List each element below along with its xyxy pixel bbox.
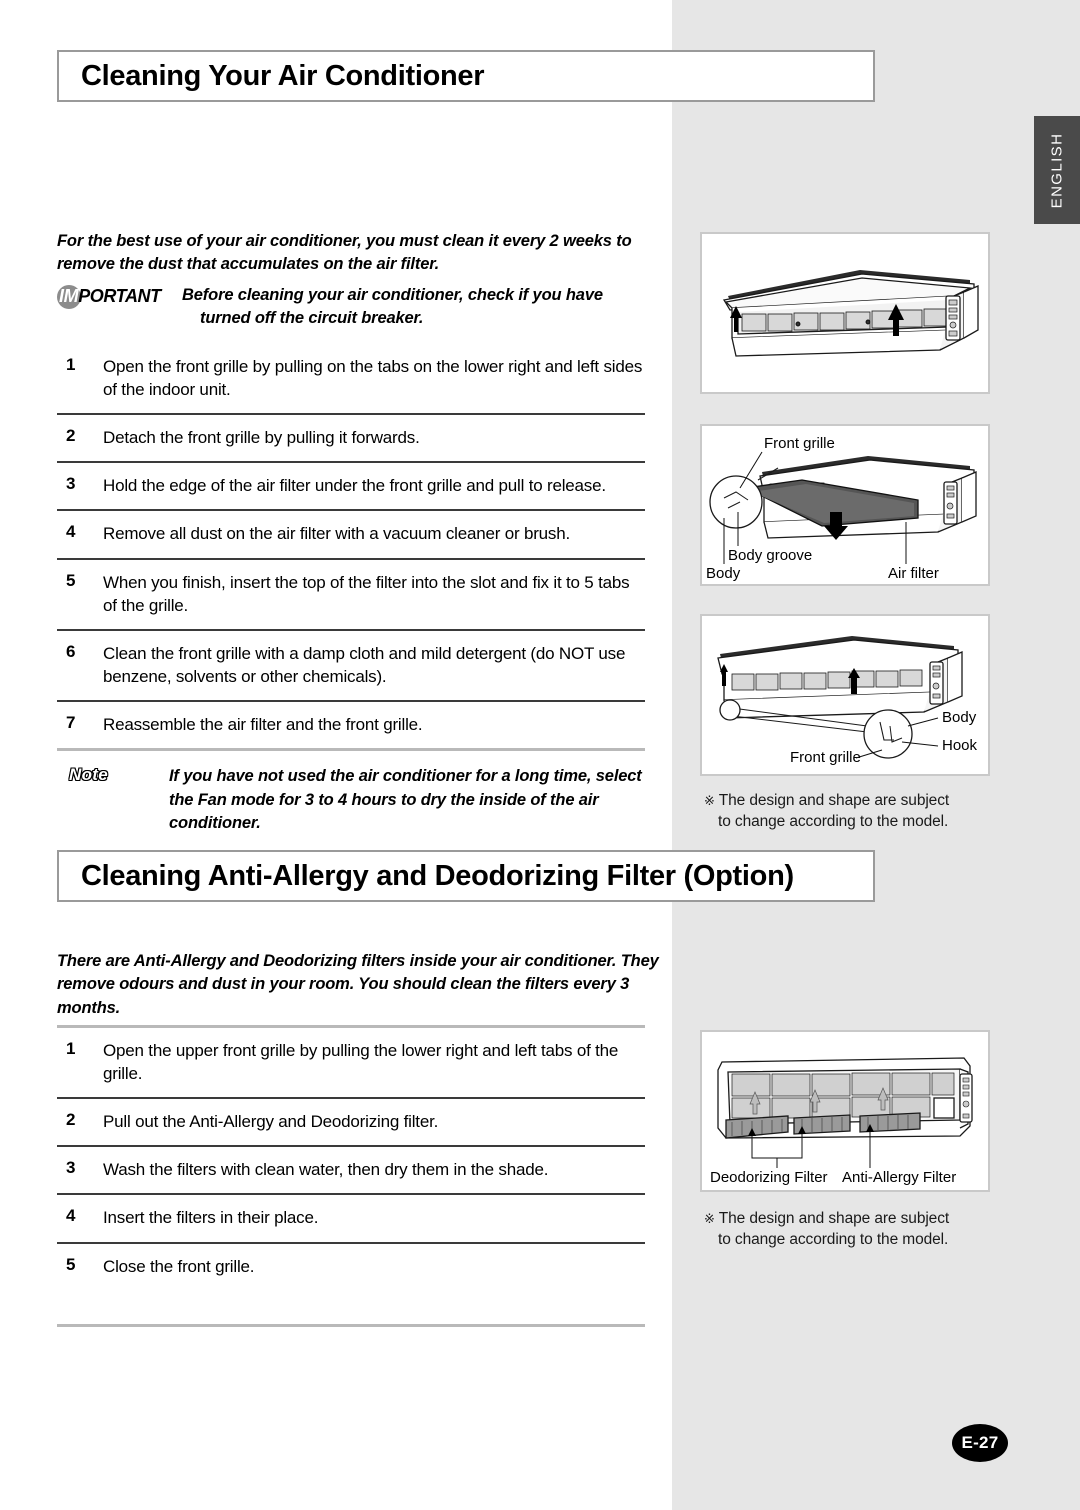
- page-number-badge: E-27: [952, 1424, 1008, 1462]
- figure2-label-air-filter: Air filter: [888, 565, 939, 582]
- reference-mark-icon: ※: [704, 793, 715, 808]
- step-text: Hold the edge of the air filter under th…: [103, 476, 606, 496]
- important-line1: Before cleaning your air conditioner, ch…: [182, 286, 603, 304]
- language-tab: ENGLISH: [1034, 116, 1080, 224]
- step-number: 4: [66, 1206, 76, 1226]
- steps-bottom-divider: [57, 1323, 645, 1327]
- note-label: Note: [69, 765, 108, 785]
- figure-deodorizing-antiallergy-filters: Deodorizing Filter Anti-Allergy Filter: [700, 1030, 990, 1192]
- language-tab-label: ENGLISH: [1048, 132, 1066, 208]
- step-item: 5 Close the front grille.: [57, 1244, 645, 1290]
- step-number: 1: [66, 355, 76, 374]
- step-text: Pull out the Anti-Allergy and Deodorizin…: [103, 1112, 439, 1132]
- step-item: 4 Remove all dust on the air filter with…: [57, 511, 645, 557]
- figure-caption-note-2: ※ The design and shape are subject to ch…: [704, 1208, 949, 1251]
- important-label-rest: PORTANT: [78, 286, 161, 306]
- step-text: Close the front grille.: [103, 1256, 255, 1276]
- step-text: Open the front grille by pulling on the …: [103, 357, 643, 400]
- step-number: 5: [66, 1254, 76, 1274]
- figure-detach-grille-air-filter: Front grille Body groove Body Air filter: [700, 424, 990, 586]
- note-callout: Note If you have not used the air condit…: [57, 751, 645, 843]
- step-number: 2: [66, 426, 76, 446]
- important-callout: IMPORTANT Before cleaning your air condi…: [57, 284, 667, 331]
- step-item: 6 Clean the front grille with a damp clo…: [57, 631, 645, 700]
- step-number: 7: [66, 712, 76, 732]
- section1-steps: 1 Open the front grille by pulling on th…: [57, 344, 645, 843]
- figure-caption-note-1: ※ The design and shape are subject to ch…: [704, 790, 949, 833]
- step-number: 4: [66, 522, 76, 542]
- page-number-text: E-27: [961, 1433, 999, 1452]
- figure4-label-deodorizing-filter: Deodorizing Filter: [710, 1169, 828, 1186]
- step-item: 2 Pull out the Anti-Allergy and Deodoriz…: [57, 1099, 645, 1145]
- section2-title-text: Cleaning Anti-Allergy and Deodorizing Fi…: [81, 859, 794, 892]
- step-text: Clean the front grille with a damp cloth…: [103, 643, 626, 686]
- step-text: When you finish, insert the top of the f…: [103, 572, 630, 615]
- step-text: Wash the filters with clean water, then …: [103, 1160, 549, 1180]
- step-text: Remove all dust on the air filter with a…: [103, 524, 571, 544]
- section-title-cleaning-air-conditioner: Cleaning Your Air Conditioner: [57, 50, 875, 102]
- step-text: Detach the front grille by pulling it fo…: [103, 428, 420, 448]
- figure2-label-front-grille: Front grille: [764, 435, 835, 452]
- step-number: 3: [66, 1158, 76, 1178]
- figure3-label-front-grille: Front grille: [790, 749, 861, 766]
- figure4-label-anti-allergy-filter: Anti-Allergy Filter: [842, 1169, 956, 1186]
- step-item: 1 Open the upper front grille by pulling…: [57, 1028, 645, 1097]
- important-badge: IMPORTANT: [57, 284, 182, 310]
- figure-open-front-grille: [700, 232, 990, 394]
- step-item: 1 Open the front grille by pulling on th…: [57, 344, 645, 413]
- steps-bottom-gap: [57, 1290, 645, 1324]
- step-item: 7 Reassemble the air filter and the fron…: [57, 702, 645, 748]
- step-number: 5: [66, 570, 76, 590]
- step-text: Insert the filters in their place.: [103, 1208, 319, 1228]
- section1-lead-text: For the best use of your air conditioner…: [57, 232, 632, 274]
- note-text: If you have not used the air conditioner…: [169, 767, 642, 832]
- step-number: 6: [66, 641, 76, 661]
- step-item: 2 Detach the front grille by pulling it …: [57, 415, 645, 461]
- step-text: Open the upper front grille by pulling t…: [103, 1041, 619, 1084]
- section2-lead-text: There are Anti-Allergy and Deodorizing f…: [57, 952, 659, 1017]
- step-text: Reassemble the air filter and the front …: [103, 714, 423, 734]
- step-number: 2: [66, 1110, 76, 1130]
- important-text: Before cleaning your air conditioner, ch…: [182, 284, 667, 331]
- figure-grille-hook: Body Hook Front grille: [700, 614, 990, 776]
- section-title-cleaning-filters: Cleaning Anti-Allergy and Deodorizing Fi…: [57, 850, 875, 902]
- figure3-label-hook: Hook: [942, 737, 978, 754]
- step-item: 5 When you finish, insert the top of the…: [57, 560, 645, 629]
- step-number: 3: [66, 474, 76, 494]
- figure2-label-body-groove: Body groove: [728, 547, 812, 564]
- step-item: 3 Wash the filters with clean water, the…: [57, 1147, 645, 1193]
- important-line2: turned off the circuit breaker.: [200, 309, 424, 328]
- section2-steps: 1 Open the upper front grille by pulling…: [57, 1025, 645, 1327]
- important-label-highlight: IM: [59, 286, 79, 306]
- step-item: 3 Hold the edge of the air filter under …: [57, 463, 645, 509]
- section1-title-text: Cleaning Your Air Conditioner: [81, 59, 485, 92]
- figure-caption-line2: to change according to the model.: [718, 1231, 949, 1249]
- figure3-label-body: Body: [942, 709, 977, 726]
- figure-caption-line1: The design and shape are subject: [718, 1210, 950, 1227]
- step-number: 1: [66, 1039, 76, 1058]
- figure2-label-body: Body: [706, 565, 741, 582]
- step-item: 4 Insert the filters in their place.: [57, 1195, 645, 1241]
- figure-caption-line2: to change according to the model.: [718, 813, 949, 831]
- figure-caption-line1: The design and shape are subject: [718, 792, 950, 809]
- reference-mark-icon: ※: [704, 1211, 715, 1226]
